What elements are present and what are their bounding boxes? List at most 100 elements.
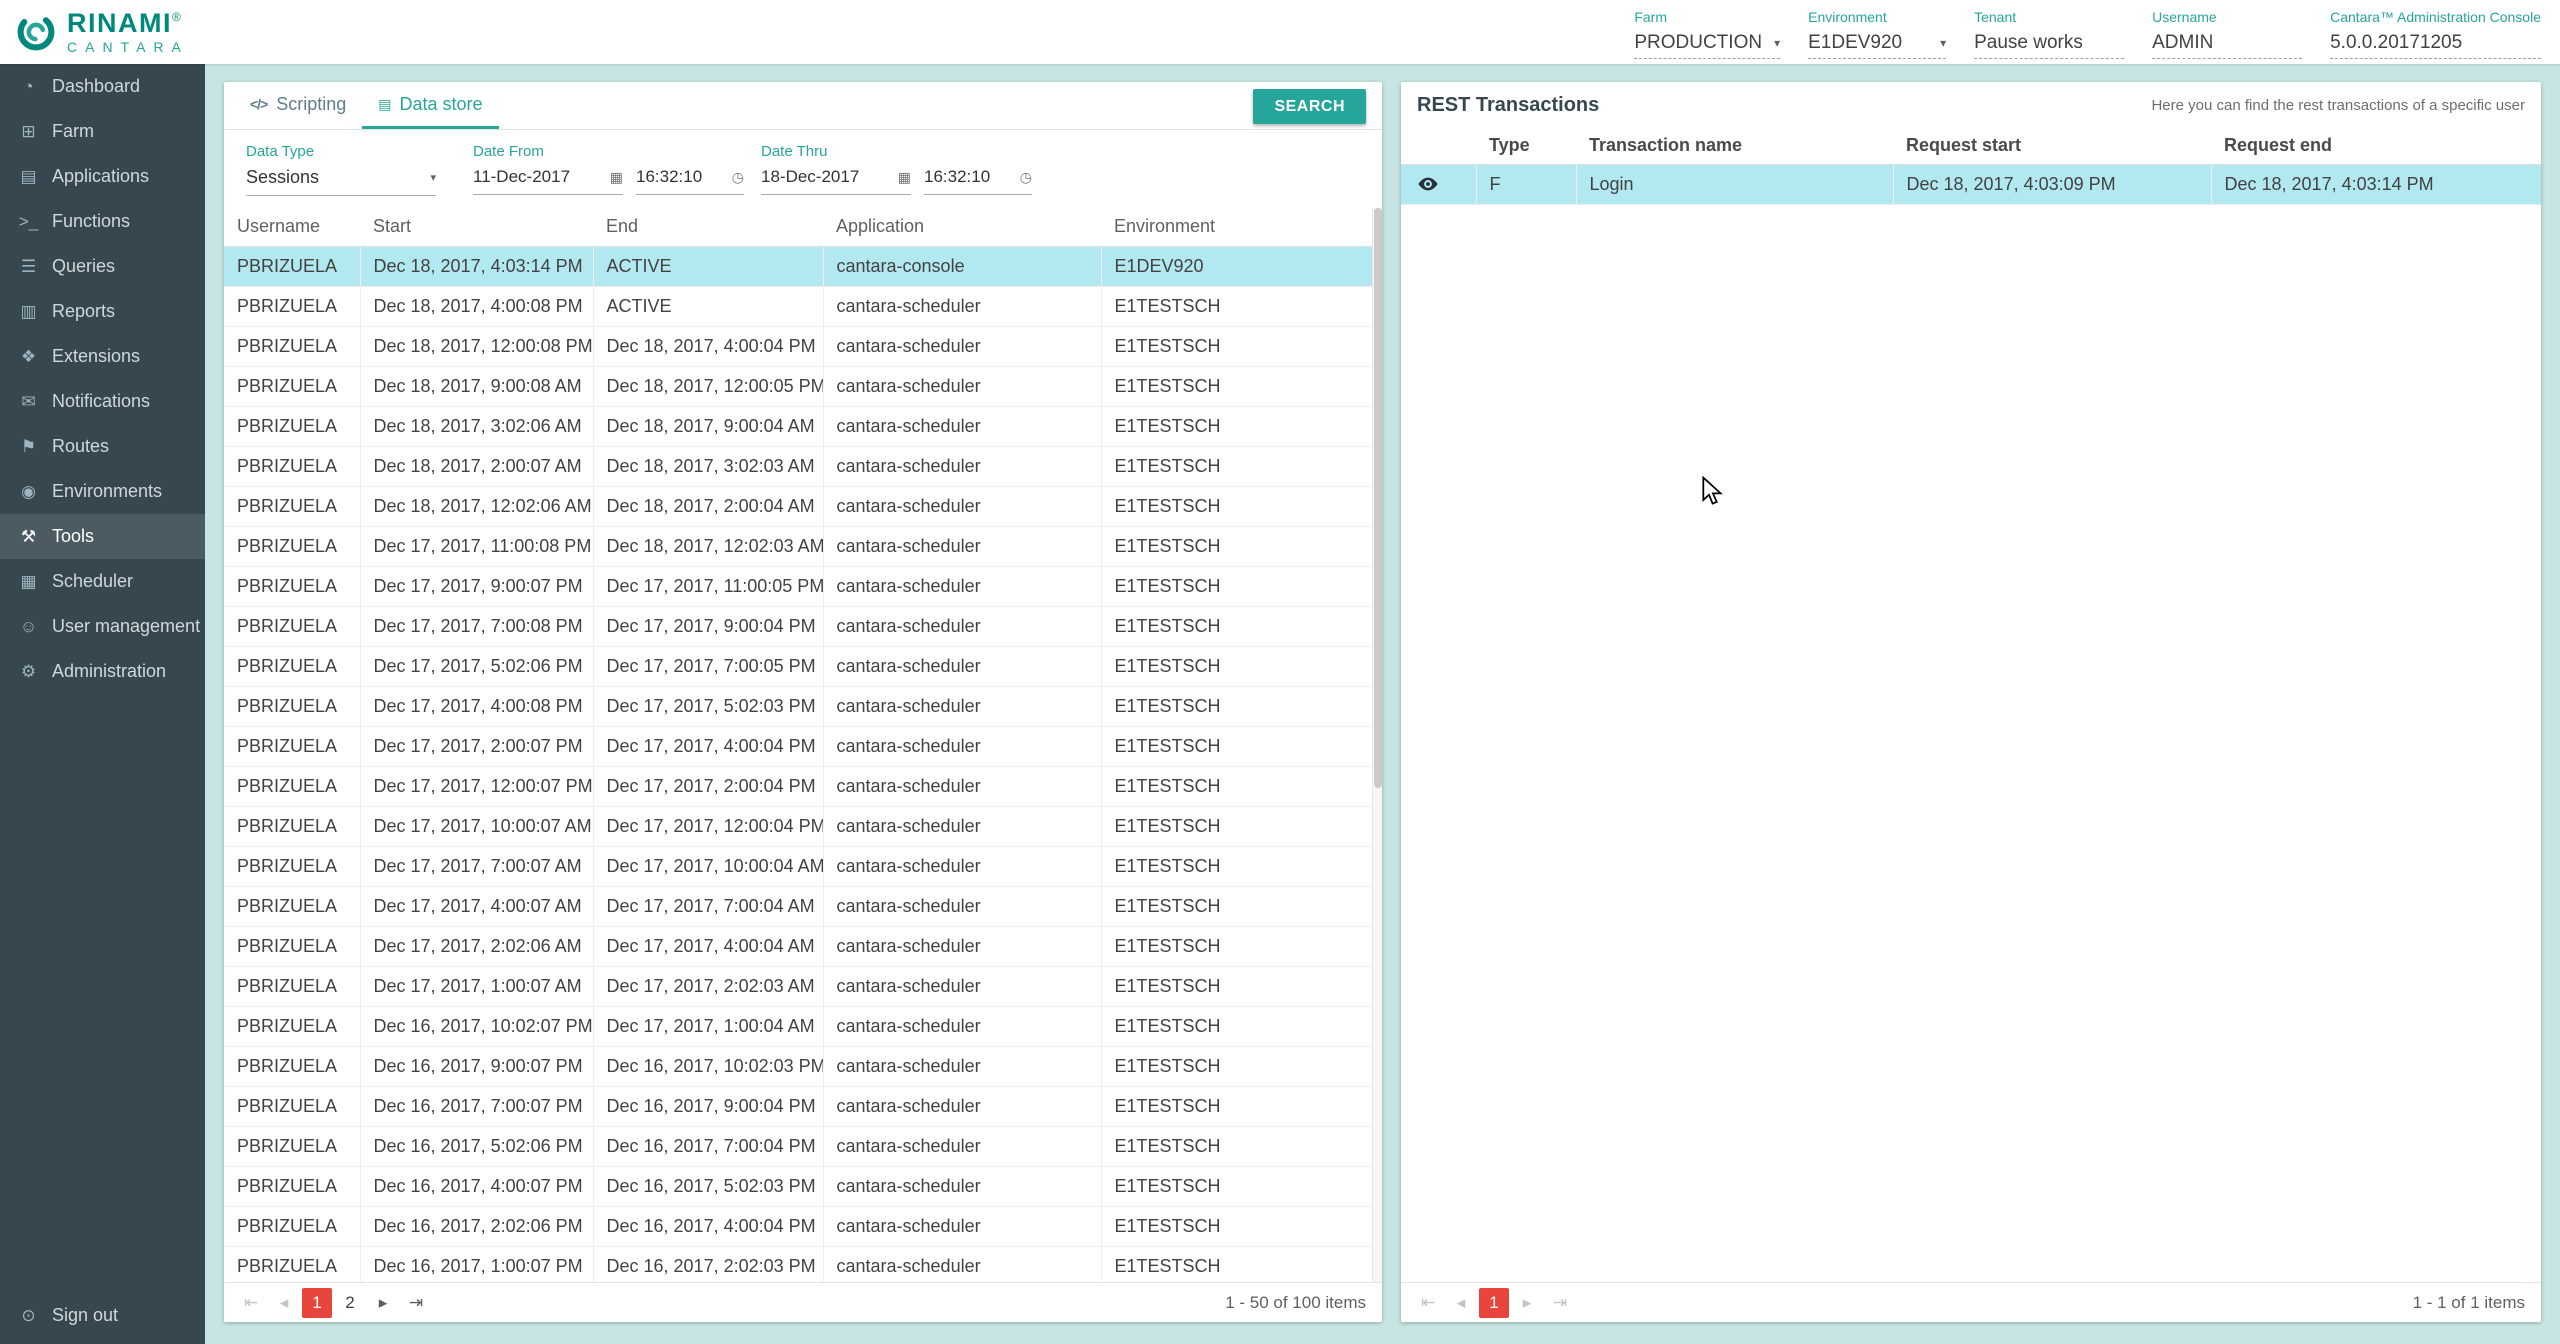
session-row[interactable]: PBRIZUELADec 18, 2017, 4:00:08 PMACTIVEc…	[224, 286, 1372, 326]
sidebar-item-dashboard[interactable]: ◔Dashboard	[0, 64, 205, 109]
scrollbar-thumb[interactable]	[1374, 208, 1382, 788]
session-row[interactable]: PBRIZUELADec 17, 2017, 7:00:07 AMDec 17,…	[224, 846, 1372, 886]
calendar-icon[interactable]: ▦	[610, 169, 623, 186]
eye-icon[interactable]	[1417, 173, 1439, 195]
sidebar-item-label: Functions	[52, 211, 130, 232]
session-row[interactable]: PBRIZUELADec 17, 2017, 5:02:06 PMDec 17,…	[224, 646, 1372, 686]
sidebar-item-notifications[interactable]: ✉Notifications	[0, 379, 205, 424]
session-row[interactable]: PBRIZUELADec 17, 2017, 2:00:07 PMDec 17,…	[224, 726, 1372, 766]
cell: E1TESTSCH	[1101, 1246, 1372, 1282]
session-row[interactable]: PBRIZUELADec 16, 2017, 1:00:07 PMDec 16,…	[224, 1246, 1372, 1282]
page-1-button[interactable]: 1	[302, 1288, 332, 1318]
sidebar-item-tools[interactable]: ⚒Tools	[0, 514, 205, 559]
search-button[interactable]: SEARCH	[1253, 89, 1366, 124]
cell: PBRIZUELA	[224, 566, 360, 606]
column-header-start[interactable]: Start	[360, 208, 593, 246]
transaction-row[interactable]: FLoginDec 18, 2017, 4:03:09 PMDec 18, 20…	[1401, 164, 2541, 204]
session-row[interactable]: PBRIZUELADec 17, 2017, 2:02:06 AMDec 17,…	[224, 926, 1372, 966]
tab-scripting[interactable]: </> Scripting	[234, 82, 362, 129]
calendar-icon[interactable]: ▦	[898, 169, 911, 186]
sidebar-item-reports[interactable]: ▥Reports	[0, 289, 205, 334]
last-page-button[interactable]: ⇥	[401, 1288, 431, 1318]
tabbar: </> Scripting ▤ Data store SEARCH	[224, 82, 1382, 130]
session-row[interactable]: PBRIZUELADec 17, 2017, 11:00:08 PMDec 18…	[224, 526, 1372, 566]
session-row[interactable]: PBRIZUELADec 18, 2017, 4:03:14 PMACTIVEc…	[224, 246, 1372, 286]
cell: Dec 17, 2017, 2:02:06 AM	[360, 926, 593, 966]
farm-select[interactable]: FarmPRODUCTION▾	[1634, 9, 1780, 59]
session-row[interactable]: PBRIZUELADec 17, 2017, 1:00:07 AMDec 17,…	[224, 966, 1372, 1006]
tab-data-store[interactable]: ▤ Data store	[362, 82, 498, 129]
view-transaction-cell[interactable]	[1401, 164, 1476, 204]
sidebar-item-extensions[interactable]: ❖Extensions	[0, 334, 205, 379]
sidebar-item-label: Notifications	[52, 391, 150, 412]
session-row[interactable]: PBRIZUELADec 17, 2017, 10:00:07 AMDec 17…	[224, 806, 1372, 846]
cell: Dec 17, 2017, 12:00:07 PM	[360, 766, 593, 806]
session-row[interactable]: PBRIZUELADec 17, 2017, 7:00:08 PMDec 17,…	[224, 606, 1372, 646]
column-header-type[interactable]: Type	[1476, 128, 1576, 164]
session-row[interactable]: PBRIZUELADec 18, 2017, 3:02:06 AMDec 18,…	[224, 406, 1372, 446]
column-header-end[interactable]: End	[593, 208, 823, 246]
date-from-input[interactable]: 11-Dec-2017 ▦	[473, 167, 623, 195]
column-header-application[interactable]: Application	[823, 208, 1101, 246]
environment-select[interactable]: EnvironmentE1DEV920▾	[1808, 9, 1946, 59]
column-header-request-start[interactable]: Request start	[1893, 128, 2211, 164]
console-version-label: Cantara™ Administration Console	[2330, 9, 2541, 25]
column-header-environment[interactable]: Environment	[1101, 208, 1372, 246]
session-row[interactable]: PBRIZUELADec 17, 2017, 9:00:07 PMDec 17,…	[224, 566, 1372, 606]
sidebar-item-user-management[interactable]: ☺User management	[0, 604, 205, 649]
session-row[interactable]: PBRIZUELADec 16, 2017, 2:02:06 PMDec 16,…	[224, 1206, 1372, 1246]
cell: Dec 18, 2017, 3:02:06 AM	[360, 406, 593, 446]
session-row[interactable]: PBRIZUELADec 16, 2017, 4:00:07 PMDec 16,…	[224, 1166, 1372, 1206]
console-version: Cantara™ Administration Console5.0.0.201…	[2330, 9, 2541, 59]
sidebar-item-sign-out[interactable]: ⊙ Sign out	[0, 1293, 205, 1338]
session-row[interactable]: PBRIZUELADec 18, 2017, 2:00:07 AMDec 18,…	[224, 446, 1372, 486]
time-thru-input[interactable]: 16:32:10 ◷	[924, 167, 1032, 195]
session-row[interactable]: PBRIZUELADec 18, 2017, 12:00:08 PMDec 18…	[224, 326, 1372, 366]
session-row[interactable]: PBRIZUELADec 18, 2017, 12:02:06 AMDec 18…	[224, 486, 1372, 526]
date-thru-input[interactable]: 18-Dec-2017 ▦	[761, 167, 911, 195]
queries-icon: ☰	[15, 257, 42, 277]
cell: F	[1476, 164, 1576, 204]
session-row[interactable]: PBRIZUELADec 16, 2017, 7:00:07 PMDec 16,…	[224, 1086, 1372, 1126]
session-row[interactable]: PBRIZUELADec 17, 2017, 4:00:08 PMDec 17,…	[224, 686, 1372, 726]
time-from-input[interactable]: 16:32:10 ◷	[636, 167, 744, 195]
farm-select-value[interactable]: PRODUCTION▾	[1634, 32, 1780, 59]
column-header-transaction-name[interactable]: Transaction name	[1576, 128, 1893, 164]
next-page-button: ▸	[1512, 1288, 1542, 1318]
sidebar-item-functions[interactable]: >_Functions	[0, 199, 205, 244]
cell: E1TESTSCH	[1101, 1006, 1372, 1046]
sidebar-item-farm[interactable]: ⊞Farm	[0, 109, 205, 154]
vertical-scrollbar[interactable]	[1372, 208, 1382, 1282]
page-1-button[interactable]: 1	[1479, 1288, 1509, 1318]
time-from-value: 16:32:10	[636, 167, 702, 187]
session-row[interactable]: PBRIZUELADec 16, 2017, 5:02:06 PMDec 16,…	[224, 1126, 1372, 1166]
clock-icon[interactable]: ◷	[732, 169, 744, 186]
session-row[interactable]: PBRIZUELADec 16, 2017, 9:00:07 PMDec 16,…	[224, 1046, 1372, 1086]
session-row[interactable]: PBRIZUELADec 17, 2017, 12:00:07 PMDec 17…	[224, 766, 1372, 806]
cell: E1TESTSCH	[1101, 726, 1372, 766]
sidebar-item-scheduler[interactable]: ▦Scheduler	[0, 559, 205, 604]
sidebar-item-routes[interactable]: ⚑Routes	[0, 424, 205, 469]
sidebar-item-applications[interactable]: ▤Applications	[0, 154, 205, 199]
cell: Dec 17, 2017, 7:00:04 AM	[593, 886, 823, 926]
column-header-username[interactable]: Username	[224, 208, 360, 246]
session-row[interactable]: PBRIZUELADec 17, 2017, 4:00:07 AMDec 17,…	[224, 886, 1372, 926]
scheduler-icon: ▦	[15, 572, 42, 592]
sidebar-item-queries[interactable]: ☰Queries	[0, 244, 205, 289]
routes-icon: ⚑	[15, 437, 42, 457]
clock-icon[interactable]: ◷	[1020, 169, 1032, 186]
environment-select-value[interactable]: E1DEV920▾	[1808, 32, 1946, 59]
data-type-select[interactable]: Sessions ▾	[246, 167, 436, 196]
column-header-request-end[interactable]: Request end	[2211, 128, 2541, 164]
next-page-button[interactable]: ▸	[368, 1288, 398, 1318]
session-row[interactable]: PBRIZUELADec 18, 2017, 9:00:08 AMDec 18,…	[224, 366, 1372, 406]
session-row[interactable]: PBRIZUELADec 16, 2017, 10:02:07 PMDec 17…	[224, 1006, 1372, 1046]
sidebar-item-environments[interactable]: ◉Environments	[0, 469, 205, 514]
sidebar-item-administration[interactable]: ⚙Administration	[0, 649, 205, 694]
cell: Dec 16, 2017, 1:00:07 PM	[360, 1246, 593, 1282]
cell: cantara-scheduler	[823, 886, 1101, 926]
page-2-button[interactable]: 2	[335, 1288, 365, 1318]
cell: E1TESTSCH	[1101, 766, 1372, 806]
cell: cantara-scheduler	[823, 766, 1101, 806]
value-text: Pause works	[1974, 32, 2083, 54]
